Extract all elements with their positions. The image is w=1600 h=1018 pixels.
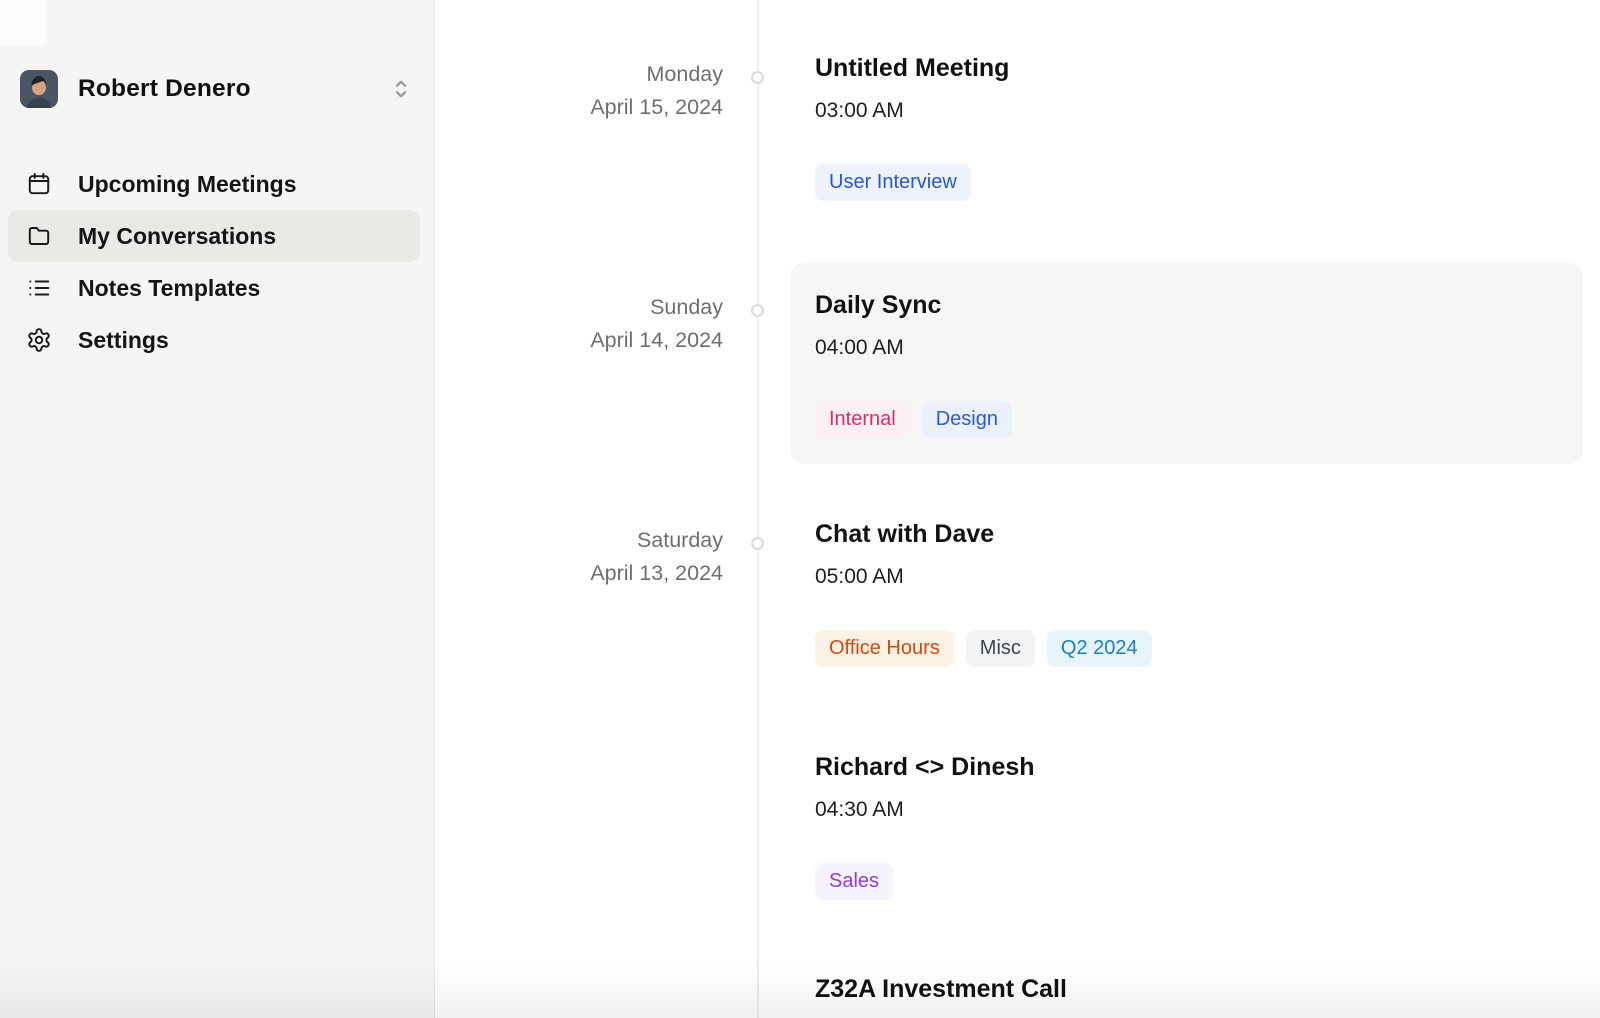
- chevron-updown-icon: [390, 76, 412, 102]
- timeline-date: Saturday April 13, 2024: [435, 524, 723, 590]
- meeting-tag-internal[interactable]: Internal: [815, 401, 910, 438]
- meeting-tag-q2-2024[interactable]: Q2 2024: [1047, 630, 1152, 667]
- calendar-icon: [26, 171, 52, 197]
- meeting-entry-daily-sync[interactable]: Daily Sync 04:00 AM Internal Design: [790, 263, 1583, 464]
- meeting-title: Z32A Investment Call: [815, 973, 1067, 1005]
- tag-row: User Interview: [815, 164, 1009, 201]
- sidebar-item-label: Settings: [78, 327, 169, 354]
- folder-icon: [26, 223, 52, 249]
- meeting-time: 03:00 AM: [815, 98, 1009, 124]
- date-label: April 13, 2024: [435, 557, 723, 590]
- meeting-entry-richard-dinesh[interactable]: Richard <> Dinesh 04:30 AM Sales: [815, 751, 1035, 900]
- weekday-label: Sunday: [435, 291, 723, 324]
- timeline-date: Sunday April 14, 2024: [435, 291, 723, 357]
- profile-menu[interactable]: Robert Denero: [20, 70, 412, 108]
- tag-row: Internal Design: [815, 401, 1558, 438]
- meeting-title: Chat with Dave: [815, 518, 1152, 550]
- tag-row: Office Hours Misc Q2 2024: [815, 630, 1152, 667]
- timeline-dot: [751, 537, 764, 550]
- weekday-label: Saturday: [435, 524, 723, 557]
- app: Robert Denero Upcoming Meetings My Conve…: [0, 0, 1600, 1018]
- meeting-tag-misc[interactable]: Misc: [966, 630, 1035, 667]
- meeting-tag-sales[interactable]: Sales: [815, 863, 893, 900]
- meeting-entry-z32a-investment-call[interactable]: Z32A Investment Call: [815, 973, 1067, 1018]
- gear-icon: [26, 327, 52, 353]
- meeting-title: Daily Sync: [815, 289, 1558, 321]
- meeting-tag-office-hours[interactable]: Office Hours: [815, 630, 954, 667]
- profile-name: Robert Denero: [78, 75, 251, 103]
- tag-row: Sales: [815, 863, 1035, 900]
- list-icon: [26, 275, 52, 301]
- sidebar-item-settings[interactable]: Settings: [8, 314, 420, 366]
- meeting-entry-chat-with-dave[interactable]: Chat with Dave 05:00 AM Office Hours Misc…: [815, 518, 1152, 667]
- weekday-label: Monday: [435, 58, 723, 91]
- sidebar-item-label: Notes Templates: [78, 275, 260, 302]
- meeting-time: 05:00 AM: [815, 564, 1152, 590]
- sidebar-item-label: Upcoming Meetings: [78, 171, 297, 198]
- timeline-dot: [751, 304, 764, 317]
- sidebar-item-notes-templates[interactable]: Notes Templates: [8, 262, 420, 314]
- meeting-tag-user-interview[interactable]: User Interview: [815, 164, 971, 201]
- window-inset: [0, 0, 47, 45]
- sidebar-item-upcoming-meetings[interactable]: Upcoming Meetings: [8, 158, 420, 210]
- timeline-date: Monday April 15, 2024: [435, 58, 723, 124]
- date-label: April 15, 2024: [435, 91, 723, 124]
- meeting-title: Richard <> Dinesh: [815, 751, 1035, 783]
- sidebar: Robert Denero Upcoming Meetings My Conve…: [0, 0, 435, 1018]
- sidebar-item-my-conversations[interactable]: My Conversations: [8, 210, 420, 262]
- meeting-tag-design[interactable]: Design: [922, 401, 1012, 438]
- sidebar-nav: Upcoming Meetings My Conversations Notes…: [8, 158, 420, 366]
- meeting-time: 04:00 AM: [815, 335, 1558, 361]
- timeline: Monday April 15, 2024 Untitled Meeting 0…: [435, 0, 1600, 1018]
- meeting-time: 04:30 AM: [815, 797, 1035, 823]
- avatar: [20, 70, 58, 108]
- meeting-entry-untitled-meeting[interactable]: Untitled Meeting 03:00 AM User Interview: [815, 52, 1009, 201]
- meeting-title: Untitled Meeting: [815, 52, 1009, 84]
- sidebar-item-label: My Conversations: [78, 223, 276, 250]
- timeline-line: [757, 0, 759, 1018]
- timeline-dot: [751, 71, 764, 84]
- date-label: April 14, 2024: [435, 324, 723, 357]
